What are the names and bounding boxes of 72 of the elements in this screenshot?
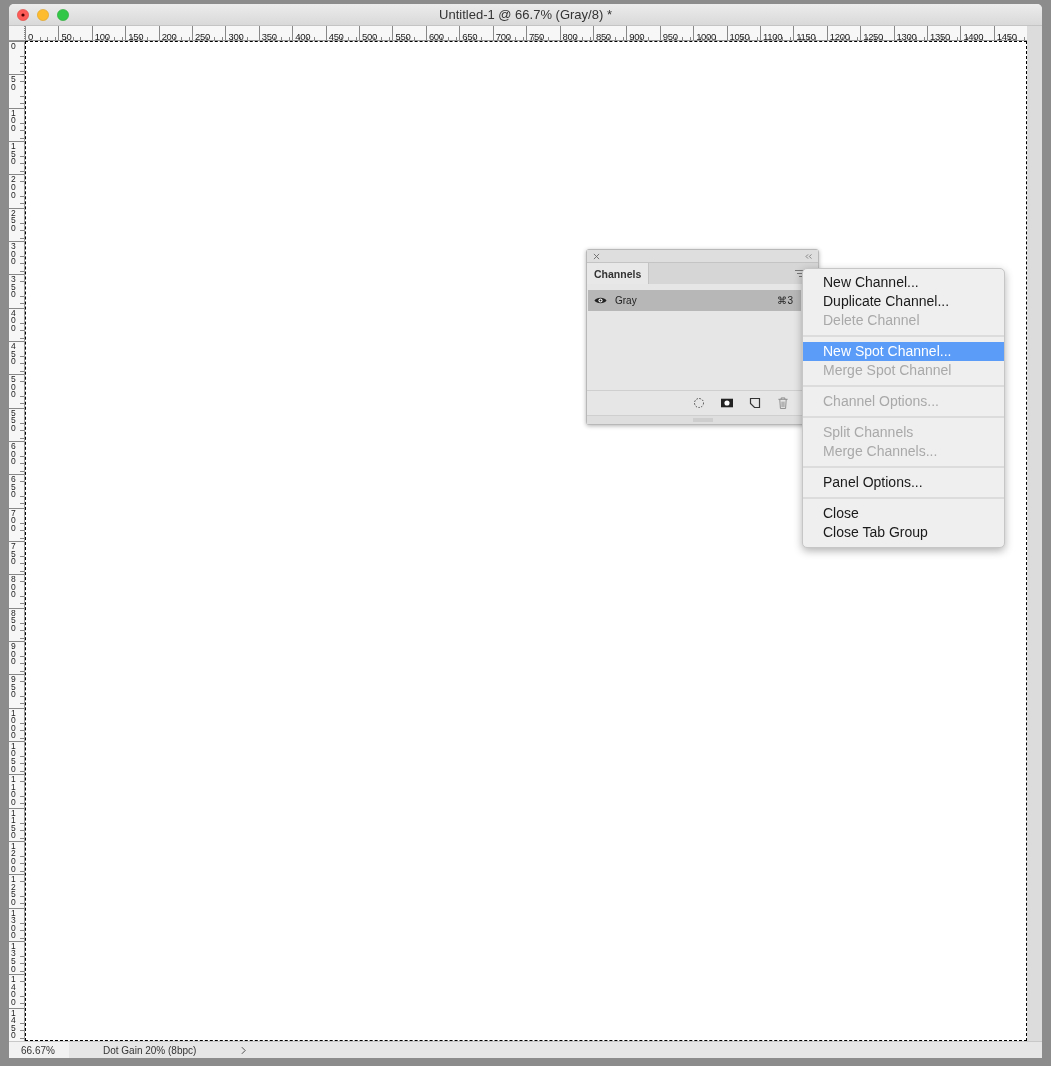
ruler-label: 1300	[11, 908, 17, 940]
ruler-label: 100	[93, 31, 110, 43]
ruler-label: 450	[327, 31, 344, 43]
ruler-label: 1150	[11, 808, 17, 840]
ruler-label: 800	[561, 31, 578, 43]
ruler-label: 700	[11, 508, 17, 533]
ruler-label: 950	[661, 31, 678, 43]
ruler-label: 1050	[11, 741, 17, 774]
ruler-label: 1350	[928, 31, 950, 43]
ruler-label: 1400	[11, 975, 17, 1007]
ruler-label: 300	[227, 31, 244, 43]
ruler-label: 1450	[11, 1008, 17, 1040]
ruler-label: 800	[11, 575, 17, 600]
ruler-label: 700	[494, 31, 511, 43]
ruler-label: 650	[461, 31, 478, 43]
ruler-label: 1350	[11, 941, 17, 974]
ruler-label: 600	[11, 441, 17, 466]
channel-row[interactable]: Gray ⌘3	[588, 290, 801, 311]
ruler-label: 200	[11, 175, 17, 200]
ruler-label: 500	[11, 375, 17, 400]
ruler-label: 1300	[895, 31, 917, 43]
ruler-label: 1200	[828, 31, 850, 43]
ruler-label: 1450	[995, 31, 1017, 43]
ruler-label: 500	[361, 31, 377, 43]
ruler-label: 350	[11, 275, 17, 300]
ruler-label: 150	[11, 142, 17, 166]
ruler-label: 1000	[11, 708, 17, 740]
ruler-label: 1000	[695, 31, 717, 43]
ruler-label: 450	[11, 341, 17, 366]
ruler-label: 1100	[11, 775, 17, 807]
ruler-label: 0	[11, 42, 17, 51]
ruler-label: 1250	[862, 31, 884, 43]
ruler-label: 900	[628, 31, 645, 43]
ruler-label: 850	[594, 31, 611, 43]
ruler-label: 250	[194, 31, 210, 43]
menu-item[interactable]: New Channel...	[803, 273, 1004, 292]
ruler-label: 50	[60, 31, 72, 43]
zoom-level: 66.67%	[9, 1042, 69, 1058]
ruler-label: 1100	[761, 31, 783, 43]
ruler-label: 900	[11, 641, 17, 666]
ruler-label: 1150	[795, 31, 816, 43]
menu-item[interactable]: Close Tab Group	[803, 523, 1004, 542]
ruler-label: 650	[11, 475, 17, 500]
ruler-label: 550	[11, 408, 17, 433]
ruler-label: 200	[160, 31, 177, 43]
ruler-label: 50	[11, 75, 17, 92]
ruler-label: 550	[394, 31, 411, 43]
ruler-label: 350	[260, 31, 277, 43]
ruler-label: 300	[11, 241, 17, 266]
ruler-label: 150	[127, 31, 144, 43]
ruler-label: 400	[294, 31, 311, 43]
ruler-label: 750	[528, 31, 545, 43]
menu-item[interactable]: Close	[803, 504, 1004, 523]
ruler-label: 1400	[962, 31, 984, 43]
panel-tab[interactable]: Channels	[587, 263, 650, 284]
ruler-label: 1050	[728, 31, 750, 43]
ruler-label: 750	[11, 541, 17, 566]
window-title: Untitled-1 @ 66.7% (Gray/8) *	[439, 7, 612, 22]
ruler-label: 600	[427, 31, 444, 43]
menu-item[interactable]: Panel Options...	[803, 473, 1004, 492]
ruler-label: 100	[11, 108, 17, 133]
menu-item[interactable]: Duplicate Channel...	[803, 292, 1004, 311]
ruler-label: 1250	[11, 875, 17, 907]
ruler-label: 250	[11, 208, 17, 233]
ruler-label: 850	[11, 608, 17, 633]
document-info: Dot Gain 20% (8bpc)	[103, 1044, 198, 1056]
channel-name: Gray	[615, 295, 638, 306]
ruler-label: 1200	[11, 841, 17, 874]
ruler-label: 400	[11, 308, 17, 333]
ruler-label: 950	[11, 675, 17, 699]
ruler-label: 0	[27, 31, 33, 43]
shortcut-label: ⌘3	[777, 295, 793, 306]
